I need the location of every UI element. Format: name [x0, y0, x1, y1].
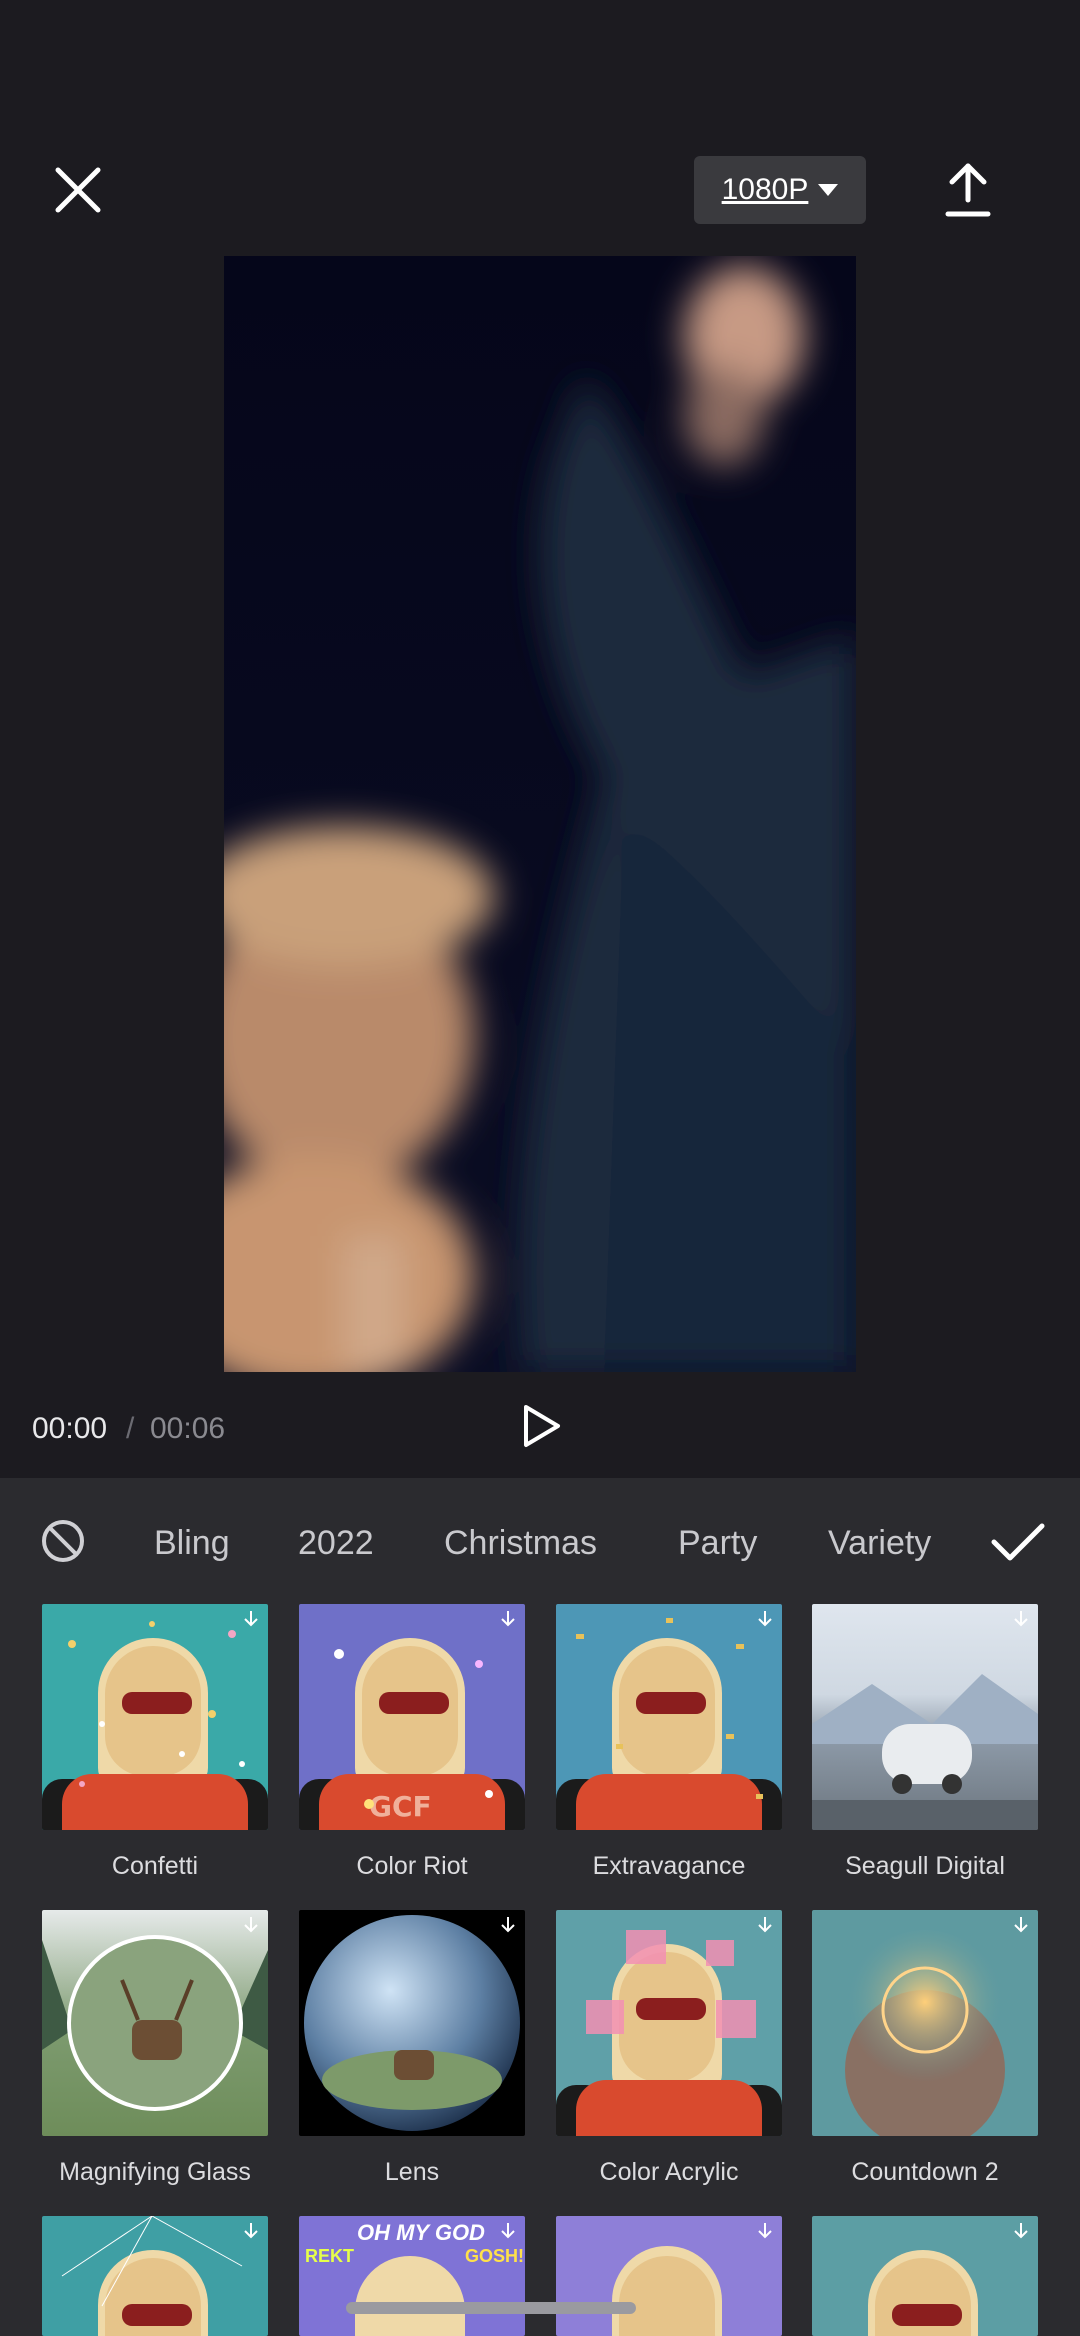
top-bar: 1080P — [0, 0, 1080, 240]
download-icon — [501, 1917, 515, 1933]
duration: 00:06 — [150, 1412, 226, 1445]
tab-party[interactable]: Party — [678, 1524, 757, 1563]
oh-my-god-text: OH MY GOD — [357, 2220, 485, 2245]
download-icon — [244, 2223, 258, 2239]
download-icon — [758, 2223, 772, 2239]
effects-panel: Bling 2022 Christmas Party Variety Confe… — [0, 1478, 1080, 2336]
effect-thumbnail — [42, 2216, 268, 2336]
effect-label: Color Acrylic — [599, 2158, 739, 2186]
download-icon — [244, 1611, 258, 1627]
effect-thumbnail — [556, 1604, 782, 1830]
resolution-label: 1080P — [721, 173, 809, 206]
no-effect-button[interactable] — [40, 1518, 86, 1564]
effect-item-confetti[interactable]: Confetti — [42, 1604, 268, 1881]
download-icon — [758, 1917, 772, 1933]
close-button[interactable] — [48, 160, 108, 220]
confirm-button[interactable] — [990, 1520, 1046, 1564]
effect-thumbnail — [812, 1604, 1038, 1830]
effect-thumbnail: OH MY GOD REKT GOSH! — [299, 2216, 525, 2336]
download-icon — [244, 1917, 258, 1933]
effect-thumbnail — [299, 1910, 525, 2136]
effect-item-color-acrylic[interactable]: Color Acrylic — [556, 1910, 782, 2187]
effect-item-row3-2[interactable]: OH MY GOD REKT GOSH! — [299, 2216, 525, 2336]
effect-label: Lens — [384, 2158, 440, 2186]
resolution-dropdown[interactable]: 1080P — [694, 156, 866, 224]
download-icon — [501, 2223, 515, 2239]
effect-item-lens[interactable]: Lens — [299, 1910, 525, 2187]
tab-bling[interactable]: Bling — [154, 1524, 230, 1563]
download-icon — [758, 1611, 772, 1627]
effect-label: Magnifying Glass — [59, 2158, 251, 2186]
effect-item-magnifying-glass[interactable]: Magnifying Glass — [42, 1910, 268, 2187]
export-button[interactable] — [942, 160, 994, 220]
no-effect-icon — [42, 1520, 84, 1562]
effect-thumbnail — [812, 2216, 1038, 2336]
checkmark-icon — [991, 1523, 1045, 1561]
effect-label: Seagull Digital — [845, 1852, 1005, 1880]
effect-thumbnail: GCF — [299, 1604, 525, 1830]
effect-item-row3-4[interactable] — [812, 2216, 1038, 2336]
close-icon — [55, 167, 101, 213]
tab-christmas[interactable]: Christmas — [444, 1524, 597, 1563]
tab-variety[interactable]: Variety — [828, 1524, 931, 1563]
effect-label: Color Riot — [356, 1852, 468, 1880]
effect-item-extravagance[interactable]: Extravagance — [556, 1604, 782, 1881]
time-separator: / — [126, 1412, 135, 1445]
effect-thumbnail — [556, 2216, 782, 2336]
effect-item-row3-3[interactable] — [556, 2216, 782, 2336]
effect-thumbnail — [42, 1910, 268, 2136]
effect-thumbnail — [812, 1910, 1038, 2136]
category-tabs: Bling 2022 Christmas Party Variety — [0, 1478, 1080, 1598]
play-icon — [524, 1405, 560, 1447]
current-time: 00:00 — [32, 1412, 108, 1445]
effect-item-seagull-digital[interactable]: Seagull Digital — [812, 1604, 1038, 1881]
gosh-text: GOSH! — [465, 2246, 525, 2266]
effect-label: Countdown 2 — [851, 2158, 999, 2186]
video-preview[interactable] — [224, 256, 856, 1372]
caret-down-icon — [818, 184, 839, 196]
home-indicator[interactable] — [346, 2302, 636, 2314]
effect-item-color-riot[interactable]: GCF Color Riot — [299, 1604, 525, 1881]
play-button[interactable] — [522, 1404, 562, 1448]
effect-item-countdown-2[interactable]: Countdown 2 — [812, 1910, 1038, 2187]
player-controls: 00:00 / 00:06 — [0, 1384, 1080, 1464]
video-frame-image — [224, 256, 856, 1372]
download-icon — [1014, 1917, 1028, 1933]
effect-thumbnail — [42, 1604, 268, 1830]
download-icon — [501, 1611, 515, 1627]
effect-label: Extravagance — [592, 1852, 746, 1880]
download-icon — [1014, 1611, 1028, 1627]
rekt-text: REKT — [305, 2246, 354, 2266]
effect-label: Confetti — [111, 1852, 199, 1880]
upload-icon — [945, 163, 991, 217]
tab-2022[interactable]: 2022 — [298, 1524, 374, 1563]
effect-thumbnail — [556, 1910, 782, 2136]
effect-item-row3-1[interactable] — [42, 2216, 268, 2336]
download-icon — [1014, 2223, 1028, 2239]
